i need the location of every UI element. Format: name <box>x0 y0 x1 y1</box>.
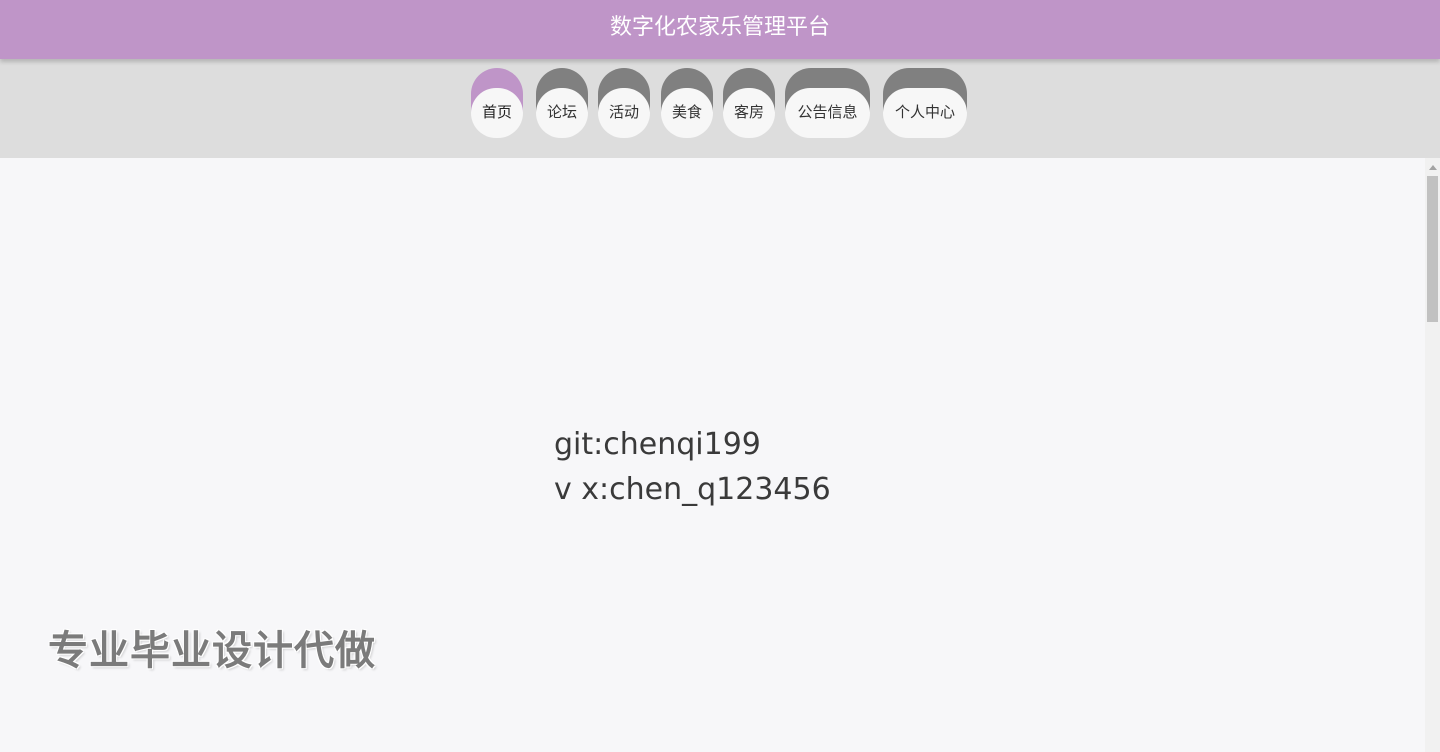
app-title: 数字化农家乐管理平台 <box>609 15 830 40</box>
nav-item-food[interactable]: 美食 <box>661 68 713 138</box>
top-header: 数字化农家乐管理平台 <box>0 0 1440 59</box>
scroll-thumb[interactable] <box>1427 176 1438 322</box>
main-nav: 首页 论坛 活动 美食 客房 公告信息 个人中心 <box>0 59 1440 158</box>
nav-label-forum: 论坛 <box>546 103 577 121</box>
vertical-scrollbar[interactable] <box>1425 158 1440 752</box>
scroll-up-arrow-icon[interactable] <box>1429 165 1437 170</box>
nav-label-announcements: 公告信息 <box>797 103 858 121</box>
contact-git: git:chenqi199 <box>554 427 761 462</box>
contact-wechat: v x:chen_q123456 <box>554 472 831 507</box>
contact-info: git:chenqi199 v x:chen_q123456 <box>554 422 831 512</box>
nav-item-rooms[interactable]: 客房 <box>723 68 775 138</box>
nav-label-food: 美食 <box>671 103 702 121</box>
nav-item-announcements[interactable]: 公告信息 <box>785 68 870 138</box>
nav-item-forum[interactable]: 论坛 <box>536 68 588 138</box>
nav-item-profile[interactable]: 个人中心 <box>883 68 967 138</box>
nav-label-activities: 活动 <box>608 103 639 121</box>
nav-label-home: 首页 <box>481 103 512 121</box>
nav-label-rooms: 客房 <box>733 103 764 121</box>
nav-item-home[interactable]: 首页 <box>471 68 523 138</box>
main-content: git:chenqi199 v x:chen_q123456 专业毕业设计代做 <box>0 158 1425 752</box>
nav-item-activities[interactable]: 活动 <box>598 68 650 138</box>
nav-label-profile: 个人中心 <box>894 103 955 121</box>
watermark-text: 专业毕业设计代做 <box>48 628 376 674</box>
